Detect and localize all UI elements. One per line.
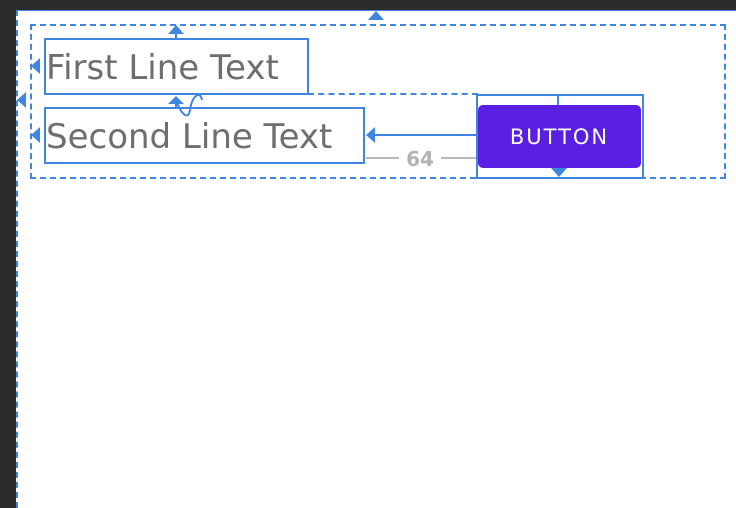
second-line-text: Second Line Text <box>46 117 333 157</box>
margin-constraint-line <box>374 134 478 136</box>
margin-dimension-line-left <box>366 157 399 159</box>
constraint-anchor-left-icon[interactable] <box>31 127 40 143</box>
chain-squiggle-icon <box>175 94 203 117</box>
margin-dimension-line-right <box>441 157 476 159</box>
constraint-anchor-left-icon[interactable] <box>31 58 40 74</box>
button[interactable]: BUTTON <box>478 105 641 168</box>
margin-dimension-label: 64 <box>406 147 434 171</box>
constraint-anchor-top-icon[interactable] <box>368 11 384 20</box>
constraint-line <box>175 32 177 39</box>
first-line-text: First Line Text <box>46 48 279 88</box>
constraint-anchor-left-icon[interactable] <box>17 92 26 108</box>
constraint-anchor-bottom-icon[interactable] <box>551 168 567 177</box>
chain-guide-line <box>308 93 478 95</box>
